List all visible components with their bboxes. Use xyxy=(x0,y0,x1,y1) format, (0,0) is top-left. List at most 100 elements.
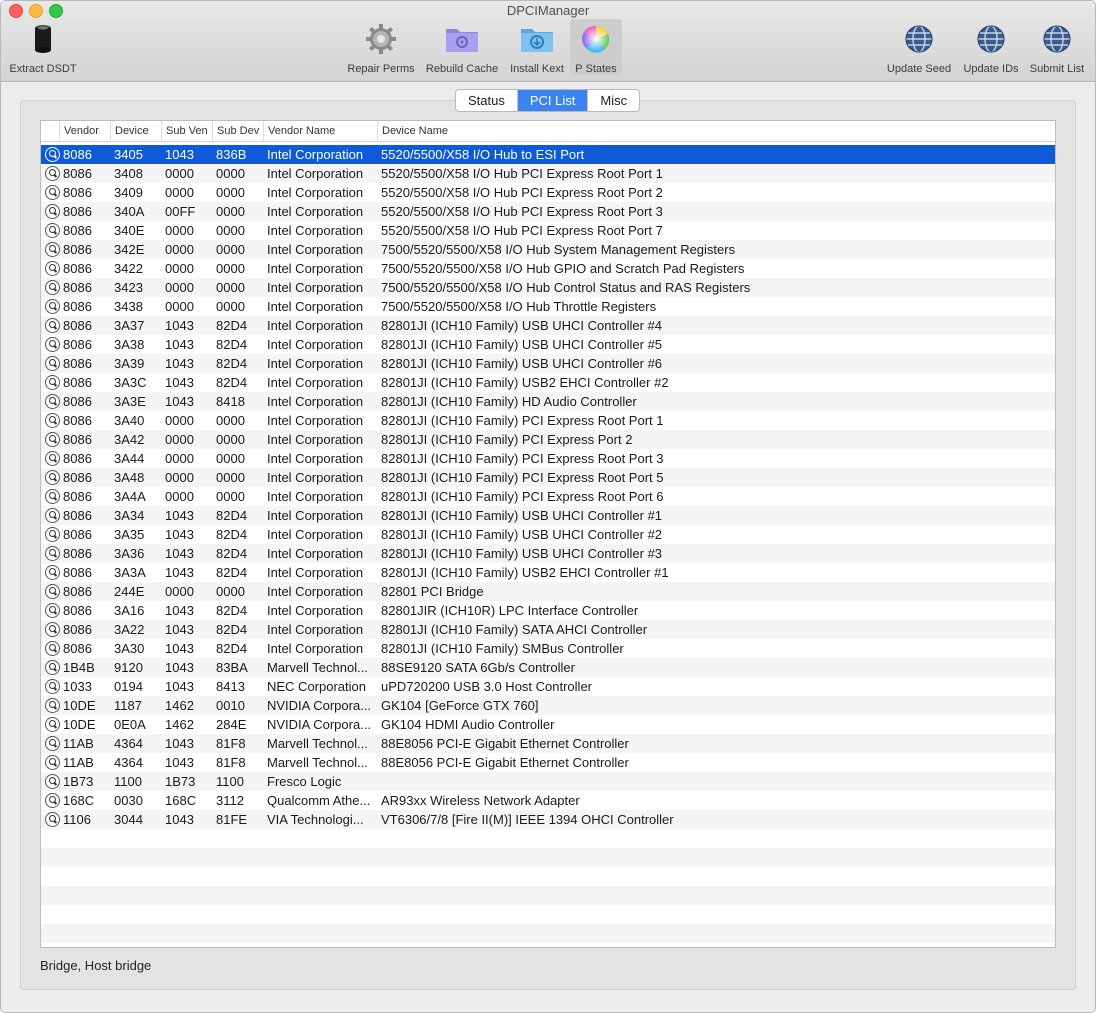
table-row[interactable]: 1106 3044 1043 81FE VIA Technologi... VT6306/… xyxy=(41,810,1055,829)
device-info-icon[interactable] xyxy=(45,736,60,751)
table-row[interactable]: 168C 0030 168C 3112 Qualcomm Athe... AR93xx W… xyxy=(41,791,1055,810)
table-row[interactable]: 8086 3A44 0000 0000 Intel Corporation 82801JI… xyxy=(41,449,1055,468)
tab-status[interactable]: Status xyxy=(456,90,518,111)
device-info-icon[interactable] xyxy=(45,812,60,827)
device-info-icon[interactable] xyxy=(45,603,60,618)
sub-ven-cell: 1043 xyxy=(165,508,194,523)
table-row[interactable]: 10DE 0E0A 1462 284E NVIDIA Corpora... GK104 H… xyxy=(41,715,1055,734)
sub-dev-cell: 81F8 xyxy=(216,755,246,770)
device-info-icon[interactable] xyxy=(45,584,60,599)
device-info-icon[interactable] xyxy=(45,489,60,504)
table-row[interactable]: 8086 3423 0000 0000 Intel Corporation 7500/55… xyxy=(41,278,1055,297)
device-info-icon[interactable] xyxy=(45,679,60,694)
table-row[interactable]: 8086 3A39 1043 82D4 Intel Corporation 82801JI… xyxy=(41,354,1055,373)
device-info-icon[interactable] xyxy=(45,337,60,352)
table-row[interactable]: 8086 3438 0000 0000 Intel Corporation 7500/55… xyxy=(41,297,1055,316)
table-row[interactable]: 8086 3A3C 1043 82D4 Intel Corporation 82801JI… xyxy=(41,373,1055,392)
device-info-icon[interactable] xyxy=(45,166,60,181)
device-info-icon[interactable] xyxy=(45,432,60,447)
device-info-icon[interactable] xyxy=(45,204,60,219)
device-info-icon[interactable] xyxy=(45,508,60,523)
table-row[interactable]: 8086 3A34 1043 82D4 Intel Corporation 82801JI… xyxy=(41,506,1055,525)
device-info-icon[interactable] xyxy=(45,223,60,238)
table-row[interactable]: 8086 3A48 0000 0000 Intel Corporation 82801JI… xyxy=(41,468,1055,487)
device-info-icon[interactable] xyxy=(45,413,60,428)
device-info-icon[interactable] xyxy=(45,356,60,371)
device-info-icon[interactable] xyxy=(45,565,60,580)
table-row[interactable]: 8086 3405 1043 836B Intel Corporation 5520/55… xyxy=(41,145,1055,164)
table-row[interactable]: 8086 3A22 1043 82D4 Intel Corporation 82801JI… xyxy=(41,620,1055,639)
table-row[interactable]: 8086 3A30 1043 82D4 Intel Corporation 82801JI… xyxy=(41,639,1055,658)
device-cell: 1100 xyxy=(114,774,142,789)
device-info-icon[interactable] xyxy=(45,147,60,162)
device-info-icon[interactable] xyxy=(45,280,60,295)
device-info-icon[interactable] xyxy=(45,470,60,485)
sub-ven-cell: 1043 xyxy=(165,736,194,751)
update-ids-button[interactable]: Update IDs xyxy=(959,19,1023,75)
submit-list-button[interactable]: Submit List xyxy=(1025,19,1089,75)
device-info-icon[interactable] xyxy=(45,755,60,770)
table-row[interactable]: 8086 3A3A 1043 82D4 Intel Corporation 82801JI… xyxy=(41,563,1055,582)
table-row[interactable]: 8086 340A 00FF 0000 Intel Corporation 5520/55… xyxy=(41,202,1055,221)
p-states-button[interactable]: P States xyxy=(570,19,622,75)
device-info-icon[interactable] xyxy=(45,375,60,390)
device-info-icon[interactable] xyxy=(45,242,60,257)
device-info-icon[interactable] xyxy=(45,793,60,808)
sub-ven-cell: 0000 xyxy=(165,413,194,428)
table-row[interactable]: 10DE 1187 1462 0010 NVIDIA Corpora... GK104 [… xyxy=(41,696,1055,715)
device-info-icon[interactable] xyxy=(45,717,60,732)
extract-dsdt-button[interactable]: Extract DSDT xyxy=(7,19,79,75)
column-header-sub-dev[interactable]: Sub Dev xyxy=(212,121,263,141)
table-row[interactable]: 8086 3A4A 0000 0000 Intel Corporation 82801JI… xyxy=(41,487,1055,506)
table-row[interactable]: 1033 0194 1043 8413 NEC Corporation uPD720200… xyxy=(41,677,1055,696)
table-row[interactable]: 1B4B 9120 1043 83BA Marvell Technol... 88SE91… xyxy=(41,658,1055,677)
rebuild-cache-button[interactable]: Rebuild Cache xyxy=(423,19,501,75)
device-info-icon[interactable] xyxy=(45,318,60,333)
table-row[interactable]: 11AB 4364 1043 81F8 Marvell Technol... 88E805… xyxy=(41,753,1055,772)
device-info-icon[interactable] xyxy=(45,299,60,314)
table-row[interactable]: 8086 3A37 1043 82D4 Intel Corporation 82801JI… xyxy=(41,316,1055,335)
device-cell: 340E xyxy=(114,223,145,238)
status-text: Bridge, Host bridge xyxy=(40,958,152,973)
table-row[interactable]: 8086 3A36 1043 82D4 Intel Corporation 82801JI… xyxy=(41,544,1055,563)
column-header-vendor-name[interactable]: Vendor Name xyxy=(263,121,378,141)
install-kext-button[interactable]: Install Kext xyxy=(506,19,568,75)
device-info-icon[interactable] xyxy=(45,698,60,713)
repair-perms-button[interactable]: Repair Perms xyxy=(345,19,417,75)
tab-misc[interactable]: Misc xyxy=(588,90,639,111)
device-info-icon[interactable] xyxy=(45,185,60,200)
table-row[interactable]: 8086 3408 0000 0000 Intel Corporation 5520/55… xyxy=(41,164,1055,183)
table-row[interactable]: 1B73 1100 1B73 1100 Fresco Logic xyxy=(41,772,1055,791)
vendor-cell: 8086 xyxy=(63,185,92,200)
update-seed-button[interactable]: Update Seed xyxy=(883,19,955,75)
device-info-icon[interactable] xyxy=(45,622,60,637)
column-header-vendor[interactable]: Vendor xyxy=(59,121,110,141)
table-row[interactable]: 8086 3422 0000 0000 Intel Corporation 7500/55… xyxy=(41,259,1055,278)
table-row[interactable]: 8086 244E 0000 0000 Intel Corporation 82801 P… xyxy=(41,582,1055,601)
table-row[interactable]: 8086 3A16 1043 82D4 Intel Corporation 82801JI… xyxy=(41,601,1055,620)
device-cell: 3A3A xyxy=(114,565,146,580)
tab-pci-list[interactable]: PCI List xyxy=(517,90,589,111)
device-info-icon[interactable] xyxy=(45,660,60,675)
column-header-device[interactable]: Device xyxy=(110,121,161,141)
table-row[interactable]: 8086 3A3E 1043 8418 Intel Corporation 82801JI… xyxy=(41,392,1055,411)
device-info-icon[interactable] xyxy=(45,451,60,466)
table-row[interactable]: 8086 3A40 0000 0000 Intel Corporation 82801JI… xyxy=(41,411,1055,430)
device-info-icon[interactable] xyxy=(45,527,60,542)
sub-dev-cell: 0000 xyxy=(216,413,245,428)
table-row[interactable]: 8086 3A38 1043 82D4 Intel Corporation 82801JI… xyxy=(41,335,1055,354)
device-info-icon[interactable] xyxy=(45,546,60,561)
table-row[interactable]: 8086 3A35 1043 82D4 Intel Corporation 82801JI… xyxy=(41,525,1055,544)
column-header-sub-ven[interactable]: Sub Ven xyxy=(161,121,212,141)
table-row[interactable]: 11AB 4364 1043 81F8 Marvell Technol... 88E805… xyxy=(41,734,1055,753)
device-info-icon[interactable] xyxy=(45,641,60,656)
column-header-device-name[interactable]: Device Name xyxy=(377,121,1052,141)
device-info-icon[interactable] xyxy=(45,774,60,789)
table-row[interactable]: 8086 3A42 0000 0000 Intel Corporation 82801JI… xyxy=(41,430,1055,449)
table-row[interactable]: 8086 3409 0000 0000 Intel Corporation 5520/55… xyxy=(41,183,1055,202)
vendor-name-cell: NVIDIA Corpora... xyxy=(267,717,372,732)
device-info-icon[interactable] xyxy=(45,261,60,276)
device-info-icon[interactable] xyxy=(45,394,60,409)
table-row[interactable]: 8086 340E 0000 0000 Intel Corporation 5520/55… xyxy=(41,221,1055,240)
table-row[interactable]: 8086 342E 0000 0000 Intel Corporation 7500/55… xyxy=(41,240,1055,259)
